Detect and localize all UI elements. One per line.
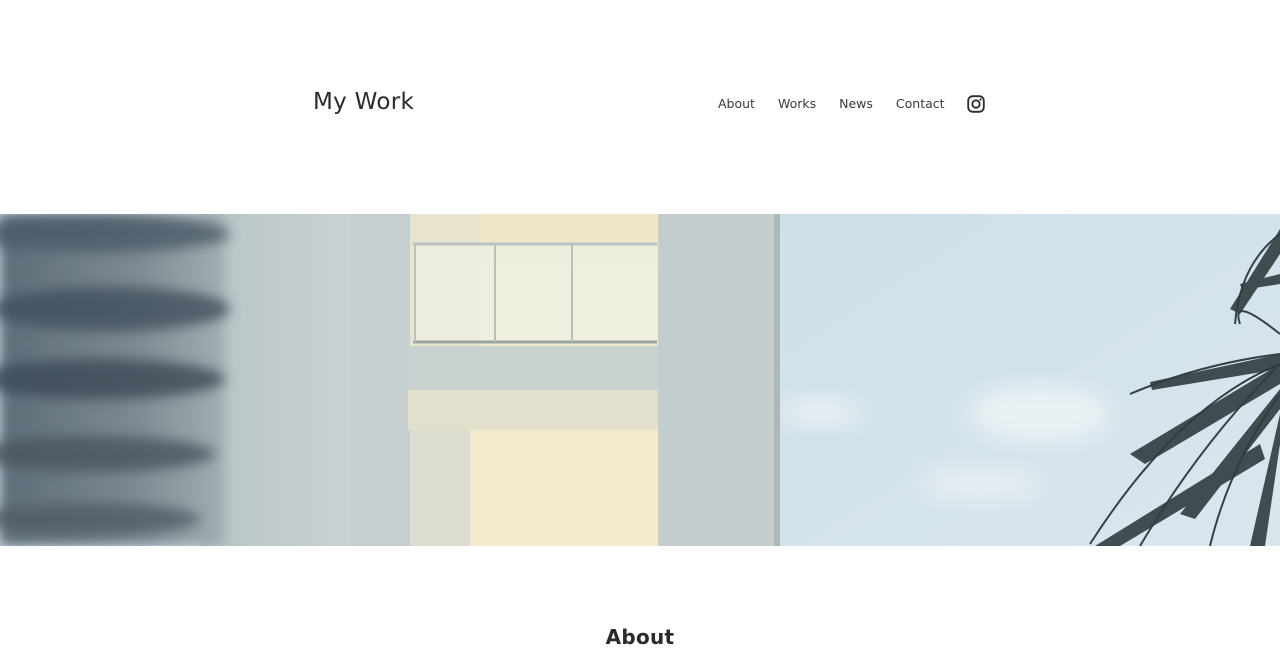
site-header: My Work About Works News Contact — [0, 0, 1280, 214]
nav-item-works[interactable]: Works — [778, 94, 816, 114]
site-title-link[interactable]: My Work — [313, 89, 414, 115]
nav-item-contact[interactable]: Contact — [896, 94, 945, 114]
nav-item-about[interactable]: About — [718, 94, 755, 114]
main-nav: About Works News Contact — [718, 94, 985, 114]
page: My Work About Works News Contact About — [0, 0, 1280, 670]
section-title-about: About — [605, 624, 675, 649]
instagram-icon[interactable] — [966, 95, 985, 113]
nav-item-news[interactable]: News — [839, 94, 873, 114]
hero-image — [0, 214, 1280, 546]
